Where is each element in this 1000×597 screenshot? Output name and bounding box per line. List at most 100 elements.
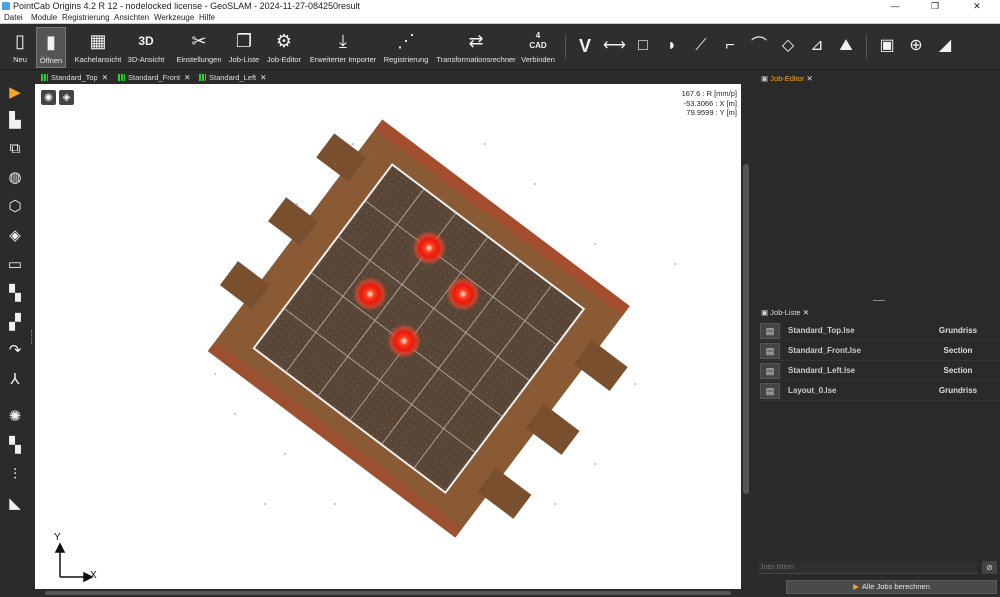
light-icon[interactable]: ✺ <box>3 405 27 429</box>
rectangle-tool-icon[interactable]: □ <box>632 35 654 57</box>
polygon-icon[interactable]: ⬡ <box>3 195 27 219</box>
cube-icon[interactable]: ◈ <box>3 224 27 248</box>
eye-off-icon: ⊘ <box>986 563 993 572</box>
3d-view-icon: 3D <box>138 34 154 48</box>
menu-module[interactable]: Module <box>31 12 57 24</box>
job-row[interactable]: ▤ Standard_Left.lse Section <box>758 361 1000 381</box>
point-cloud-viewport[interactable]: ◉ ◈ 167.6 : R [mm/p] -53.3066 : X [m] 79… <box>35 84 741 589</box>
job-editor-label: Job-Editor <box>266 55 302 64</box>
close-tab-icon[interactable]: ✕ <box>803 308 809 317</box>
axes-icon[interactable]: ⅄ <box>3 368 27 392</box>
transform-icon: ⇄ <box>468 31 484 51</box>
menu-ansichten[interactable]: Ansichten <box>114 12 149 24</box>
target-marker <box>446 277 480 311</box>
job-editor-button[interactable]: ⚙ Job-Editor <box>266 27 302 68</box>
visibility-eye-button[interactable]: ◉ <box>41 90 56 105</box>
advanced-importer-button[interactable]: ⤓ Erweiterter Importer <box>308 27 378 68</box>
menu-hilfe[interactable]: Hilfe <box>199 12 215 24</box>
arc-tool-icon[interactable]: ⌒ <box>748 35 770 57</box>
download-icon: ⤓ <box>339 31 347 51</box>
image-tool-icon[interactable]: ▣ <box>876 35 898 57</box>
job-row[interactable]: ▤ Standard_Top.lse Grundriss <box>758 321 1000 341</box>
cad-connect-icon: 4 CAD <box>529 31 547 50</box>
job-name: Standard_Left.lse <box>788 366 856 375</box>
map-icon[interactable]: ▚ <box>3 282 27 306</box>
maximize-button[interactable]: ❐ <box>920 0 950 12</box>
circle-tool-icon[interactable]: ◇ <box>777 35 799 57</box>
layers-toggle-button[interactable]: ◈ <box>59 90 74 105</box>
point-cloud-render <box>54 119 676 583</box>
job-list-label: Job-Liste <box>228 55 260 64</box>
globe-icon[interactable]: ◍ <box>3 166 27 190</box>
panel-resize-grip[interactable] <box>31 330 34 344</box>
menu-bar: Datei Module Registrierung Ansichten Wer… <box>0 12 1000 24</box>
point-tool-icon[interactable]: ◗ <box>661 35 683 57</box>
tab-standard-left[interactable]: Standard_Left ✕ <box>199 72 266 84</box>
checker-icon[interactable]: ▚ <box>3 434 27 458</box>
vertex-tool-icon[interactable]: V <box>574 35 596 57</box>
angle-tool-icon[interactable]: ⌐ <box>719 35 741 57</box>
clear-filter-button[interactable]: ⊘ <box>982 561 997 574</box>
path-arrow-icon[interactable]: ↷ <box>3 339 27 363</box>
close-tab-icon[interactable]: ✕ <box>184 73 190 82</box>
job-type: Section <box>943 346 973 355</box>
select-arrow-icon[interactable]: ▶ <box>3 81 27 105</box>
tile-view-button[interactable]: ▦ Kachelansicht <box>73 27 123 68</box>
job-type: Grundriss <box>938 326 978 335</box>
job-filter-input[interactable] <box>758 561 978 574</box>
flag-icon[interactable]: ◣ <box>3 492 27 516</box>
tab-indicator-icon <box>41 74 48 81</box>
crosshair-tool-icon[interactable]: ⊕ <box>905 35 927 57</box>
menu-datei[interactable]: Datei <box>4 12 23 24</box>
job-editor-panel <box>753 84 1000 294</box>
job-name: Standard_Top.lse <box>788 326 855 335</box>
triangle-ruler-icon[interactable]: ◢ <box>934 35 956 57</box>
close-window-button[interactable]: ✕ <box>962 0 992 12</box>
job-list-button[interactable]: ❐ Job-Liste <box>227 27 261 68</box>
panel-icon: ▣ <box>761 74 771 83</box>
measure-angle-icon[interactable]: ⊿ <box>806 35 828 57</box>
split-icon[interactable]: ⫶ <box>3 463 27 487</box>
scrollbar-thumb[interactable] <box>743 164 749 494</box>
registration-icon: ⋰ <box>397 31 415 51</box>
cylinder-icon[interactable]: ▭ <box>3 253 27 277</box>
viewport-vertical-scrollbar[interactable] <box>741 84 751 589</box>
registration-label: Registrierung <box>383 55 429 64</box>
job-file-icon: ▤ <box>760 363 780 379</box>
line-tool-icon[interactable]: ⟷ <box>603 35 626 57</box>
panel-icon: ▣ <box>761 308 771 317</box>
menu-registrierung[interactable]: Registrierung <box>62 12 110 24</box>
tab-indicator-icon <box>199 74 206 81</box>
close-tab-icon[interactable]: ✕ <box>102 73 108 82</box>
registration-button[interactable]: ⋰ Registrierung <box>383 27 429 68</box>
tab-standard-front[interactable]: Standard_Front ✕ <box>118 72 190 84</box>
tab-job-list[interactable]: ▣ Job-Liste ✕ <box>761 306 809 319</box>
compute-all-jobs-button[interactable]: ▶ Alle Jobs berechnen <box>786 580 997 594</box>
viewport-horizontal-scrollbar[interactable] <box>35 589 741 597</box>
copy-icon[interactable]: ⧉ <box>3 137 27 161</box>
target-marker <box>412 231 446 265</box>
job-row[interactable]: ▤ Standard_Front.lse Section <box>758 341 1000 361</box>
scrollbar-thumb[interactable] <box>45 591 731 595</box>
tab-standard-top[interactable]: Standard_Top ✕ <box>41 72 108 84</box>
menu-werkzeuge[interactable]: Werkzeuge <box>154 12 194 24</box>
map-fold-icon[interactable]: ▞ <box>3 311 27 335</box>
3d-view-button[interactable]: 3D 3D-Ansicht <box>126 27 166 68</box>
panel-splitter[interactable] <box>873 300 885 301</box>
job-row[interactable]: ▤ Layout_0.lse Grundriss <box>758 381 1000 401</box>
axis-y-label: Y <box>54 532 61 543</box>
terrain-tool-icon[interactable]: ⛰ <box>835 35 857 57</box>
3d-view-label: 3D-Ansicht <box>127 55 165 64</box>
app-logo-icon <box>2 2 10 10</box>
minimize-button[interactable]: — <box>880 0 910 12</box>
close-tab-icon[interactable]: ✕ <box>806 74 812 83</box>
close-tab-icon[interactable]: ✕ <box>260 73 266 82</box>
polyline-tool-icon[interactable]: ⟋ <box>690 35 712 57</box>
cad-connect-button[interactable]: 4 CAD Verbinden <box>520 27 556 68</box>
open-button[interactable]: ▮ Öffnen <box>36 27 66 68</box>
new-button[interactable]: ▯ Neu <box>6 27 34 68</box>
layers-icon[interactable]: ▙ <box>3 109 27 133</box>
settings-button[interactable]: ✂ Einstellungen <box>176 27 222 68</box>
tab-label: Standard_Top <box>51 73 98 82</box>
transform-calculator-button[interactable]: ⇄ Transformationsrechner <box>436 27 516 68</box>
